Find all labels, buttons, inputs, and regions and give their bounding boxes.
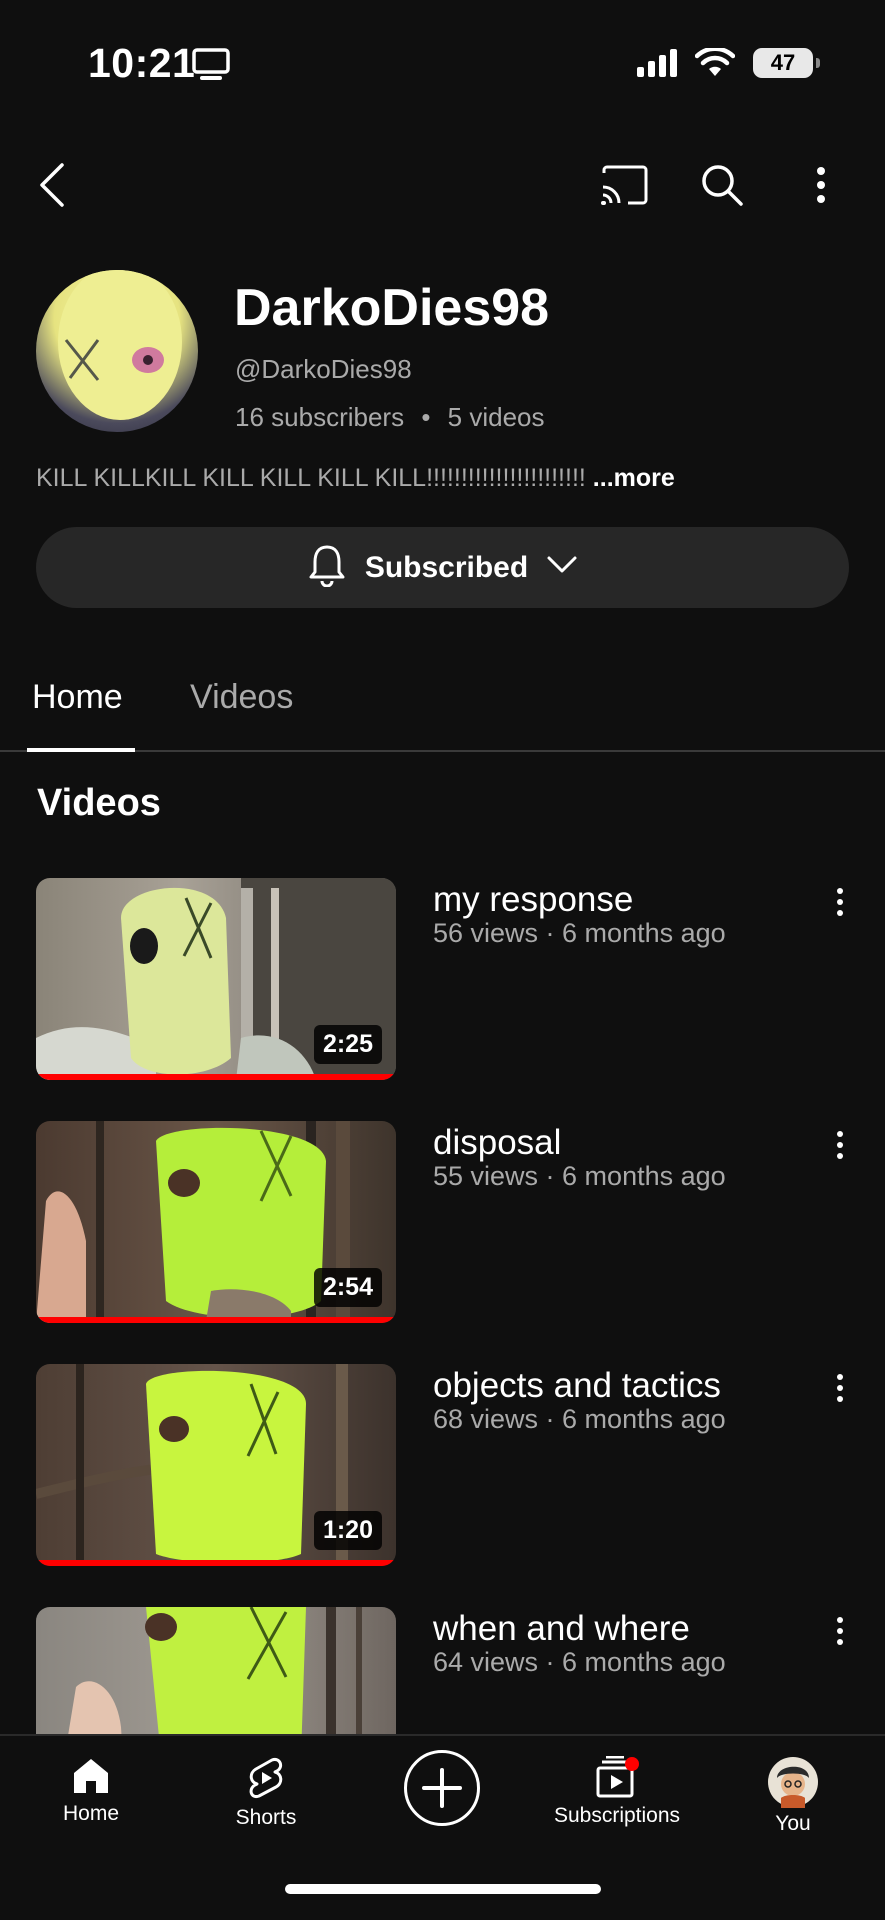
video-title[interactable]: when and where <box>433 1609 690 1649</box>
nav-subscriptions-label: Subscriptions <box>553 1804 681 1827</box>
video-duration: 2:25 <box>313 1025 382 1064</box>
create-icon <box>422 1768 462 1808</box>
chevron-down-icon <box>546 555 578 580</box>
status-time: 10:21 <box>88 40 196 86</box>
video-title[interactable]: disposal <box>433 1123 561 1163</box>
tab-home[interactable]: Home <box>32 678 123 717</box>
more-vert-icon[interactable] <box>822 882 858 922</box>
video-duration: 2:54 <box>313 1268 382 1307</box>
channel-handle: @DarkoDies98 <box>235 354 412 384</box>
nav-shorts[interactable]: Shorts <box>191 1756 341 1830</box>
channel-stats: 16 subscribers • 5 videos <box>235 402 545 433</box>
video-thumbnail[interactable]: 2:54 <box>36 1121 396 1323</box>
video-row[interactable]: 1:20 objects and tactics 68 views · 6 mo… <box>0 1364 885 1574</box>
video-thumbnail[interactable]: 1:20 <box>36 1364 396 1566</box>
video-meta: 55 views · 6 months ago <box>433 1161 726 1191</box>
subscriptions-icon <box>596 1756 639 1798</box>
more-vert-icon[interactable] <box>822 1611 858 1651</box>
subscriber-count: 16 subscribers <box>235 402 405 432</box>
create-button[interactable] <box>404 1750 480 1826</box>
wifi-icon <box>695 48 735 76</box>
status-bar: 10:21 47 <box>0 0 885 130</box>
nav-home[interactable]: Home <box>16 1756 166 1826</box>
cast-icon[interactable] <box>589 140 659 230</box>
more-vert-icon[interactable] <box>822 1125 858 1165</box>
video-duration: 1:20 <box>313 1511 382 1550</box>
channel-avatar[interactable] <box>36 270 198 432</box>
cellular-signal-icon <box>637 49 677 77</box>
video-title[interactable]: my response <box>433 880 633 920</box>
channel-name: DarkoDies98 <box>234 279 550 337</box>
search-icon[interactable] <box>687 140 757 230</box>
video-meta: 56 views · 6 months ago <box>433 918 726 948</box>
video-count: 5 videos <box>447 402 545 432</box>
video-title[interactable]: objects and tactics <box>433 1366 721 1406</box>
video-meta: 68 views · 6 months ago <box>433 1404 726 1434</box>
more-vert-icon[interactable] <box>786 140 856 230</box>
section-title: Videos <box>37 782 161 824</box>
watch-progress-bar <box>36 1560 396 1566</box>
tab-videos[interactable]: Videos <box>190 678 293 717</box>
battery-level: 47 <box>770 50 796 75</box>
video-thumbnail[interactable]: 2:25 <box>36 878 396 1080</box>
watch-progress-bar <box>36 1074 396 1080</box>
stats-separator: • <box>421 402 431 432</box>
top-app-bar <box>0 140 885 230</box>
active-tab-indicator <box>27 748 135 752</box>
home-icon <box>74 1759 108 1793</box>
home-indicator <box>285 1884 601 1894</box>
nav-home-label: Home <box>62 1802 120 1825</box>
video-row[interactable]: 2:54 disposal 55 views · 6 months ago <box>0 1121 885 1331</box>
video-row[interactable]: 2:25 my response 56 views · 6 months ago <box>0 878 885 1088</box>
battery-indicator: 47 <box>753 48 820 78</box>
channel-description[interactable]: KILL KILLKILL KILL KILL KILL KILL!!!!!!!… <box>36 464 675 493</box>
profile-avatar-icon <box>768 1757 818 1808</box>
channel-tabs: Home Videos <box>0 660 885 752</box>
description-text: KILL KILLKILL KILL KILL KILL KILL!!!!!!!… <box>36 464 586 492</box>
watch-progress-bar <box>36 1317 396 1323</box>
video-meta: 64 views · 6 months ago <box>433 1647 726 1677</box>
back-arrow-icon[interactable] <box>17 140 87 230</box>
more-vert-icon[interactable] <box>822 1368 858 1408</box>
screen-mirroring-icon <box>192 48 230 87</box>
nav-shorts-label: Shorts <box>235 1806 297 1829</box>
subscribed-label: Subscribed <box>364 550 529 584</box>
status-indicators: 47 <box>637 48 820 78</box>
bell-icon <box>307 543 347 592</box>
subscribed-button[interactable]: Subscribed <box>36 527 849 608</box>
nav-subscriptions[interactable]: Subscriptions <box>542 1756 692 1828</box>
nav-you[interactable]: You <box>718 1756 868 1836</box>
shorts-icon <box>249 1757 283 1799</box>
nav-you-label: You <box>775 1812 811 1835</box>
more-link[interactable]: ...more <box>593 464 675 492</box>
